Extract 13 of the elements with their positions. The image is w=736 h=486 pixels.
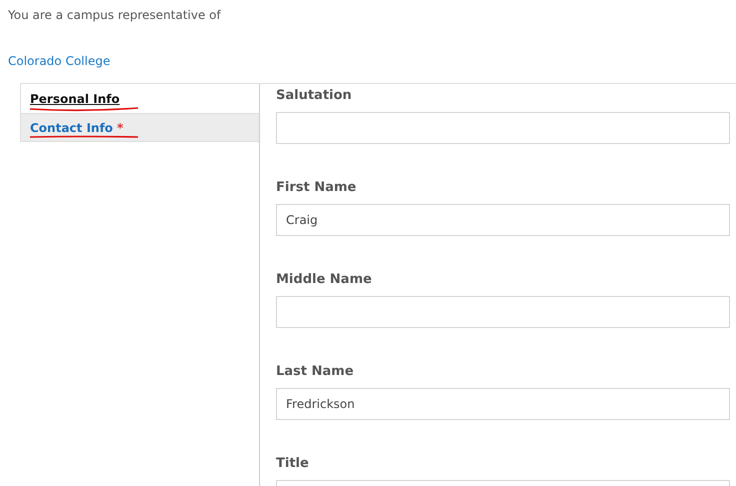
required-mark: * — [116, 120, 124, 134]
text-field[interactable]: Craig — [276, 204, 730, 236]
text-field[interactable] — [276, 112, 730, 144]
field-label: Last Name — [276, 364, 355, 381]
field-label: Title — [276, 456, 310, 473]
college-link[interactable]: Colorado College — [8, 54, 110, 68]
intro-text: You are a campus representative of — [8, 8, 221, 24]
text-field[interactable]: Fredrickson — [276, 388, 730, 420]
field-label: Middle Name — [276, 272, 373, 289]
field-label: Salutation — [276, 88, 353, 105]
text-field[interactable] — [276, 296, 730, 328]
field-label: First Name — [276, 180, 358, 197]
tab[interactable]: Contact Info * — [20, 113, 259, 142]
